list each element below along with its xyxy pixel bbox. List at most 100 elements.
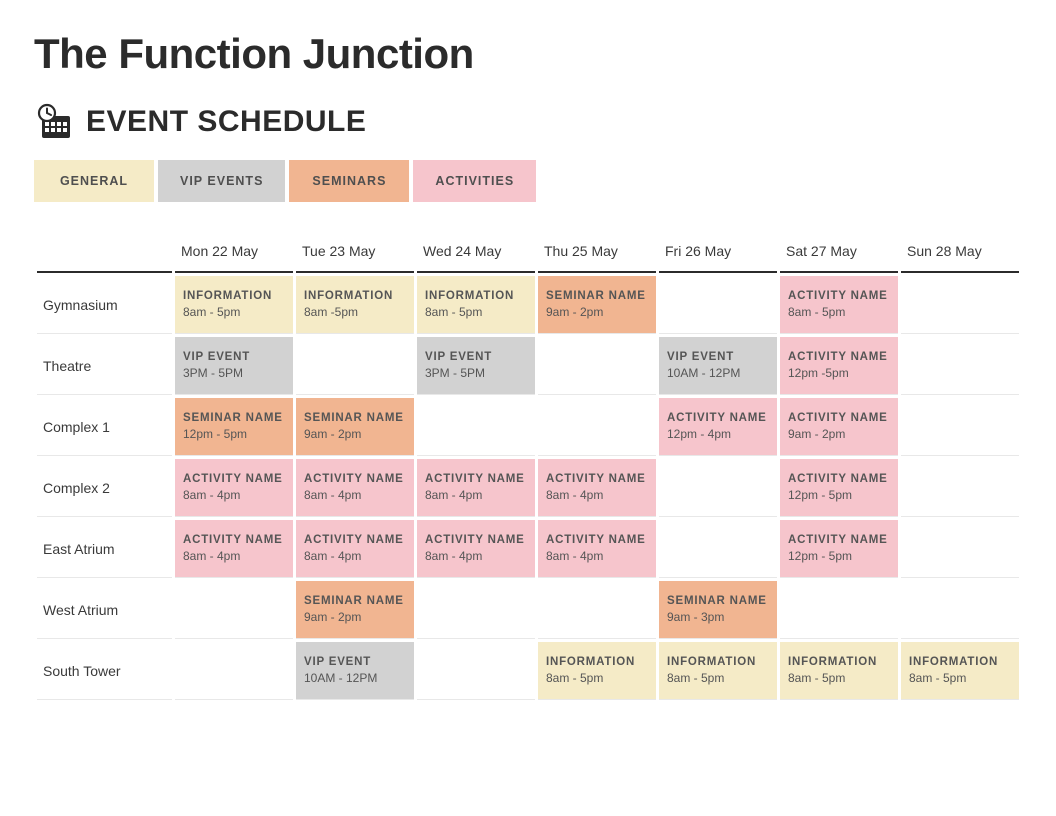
event-title: ACTIVITY NAME	[304, 534, 406, 546]
event-time: 8am - 4pm	[183, 488, 285, 502]
schedule-row: TheatreVIP EVENT3PM - 5PMVIP EVENT3PM - …	[37, 337, 1019, 395]
event-block[interactable]: ACTIVITY NAME 12pm - 5pm	[780, 520, 898, 577]
schedule-row: Complex 2ACTIVITY NAME8am - 4pmACTIVITY …	[37, 459, 1019, 517]
schedule-cell	[659, 459, 777, 517]
tab-general[interactable]: GENERAL	[34, 160, 154, 202]
event-block[interactable]: SEMINAR NAME9am - 2pm	[296, 581, 414, 638]
event-block[interactable]: SEMINAR NAME 12pm - 5pm	[175, 398, 293, 455]
schedule-cell	[417, 581, 535, 639]
event-block[interactable]: VIP EVENT3PM - 5PM	[175, 337, 293, 394]
event-block[interactable]: ACTIVITY NAME 8am - 4pm	[417, 459, 535, 516]
schedule-cell: ACTIVITY NAME8am - 5pm	[780, 276, 898, 334]
event-block[interactable]: ACTIVITY NAME8am - 4pm	[296, 520, 414, 577]
event-time: 12pm -5pm	[788, 366, 890, 380]
schedule-cell	[780, 581, 898, 639]
tab-activities[interactable]: ACTIVITIES	[413, 160, 536, 202]
event-block[interactable]: ACTIVITY NAME 12pm -5pm	[780, 337, 898, 394]
event-title: INFORMATION	[304, 290, 406, 302]
event-title: ACTIVITY NAME	[788, 351, 890, 363]
schedule-cell: INFORMATION 8am - 5pm	[780, 642, 898, 700]
schedule-cell	[901, 276, 1019, 334]
event-block[interactable]: VIP EVENT3PM - 5PM	[417, 337, 535, 394]
event-time: 12pm - 5pm	[788, 549, 890, 563]
schedule-cell: ACTIVITY NAME8am - 4pm	[296, 520, 414, 578]
event-title: VIP EVENT	[667, 351, 769, 363]
event-title: ACTIVITY NAME	[304, 473, 406, 485]
event-block[interactable]: ACTIVITY NAME8am - 4pm	[538, 459, 656, 516]
schedule-row: West Atrium SEMINAR NAME9am - 2pm SEMINAR …	[37, 581, 1019, 639]
event-block[interactable]: ACTIVITY NAME8am - 4pm	[175, 459, 293, 516]
schedule-cell: INFORMATION 8am - 5pm	[417, 276, 535, 334]
event-title: INFORMATION	[667, 656, 769, 668]
event-time: 8am - 5pm	[425, 305, 527, 319]
schedule-cell	[901, 459, 1019, 517]
schedule-cell: ACTIVITY NAME 12pm -5pm	[780, 337, 898, 395]
event-block[interactable]: SEMINAR NAME9am - 2pm	[538, 276, 656, 333]
event-time: 9am - 2pm	[304, 610, 406, 624]
event-block[interactable]: SEMINAR NAME9am - 2pm	[296, 398, 414, 455]
event-block[interactable]: SEMINAR NAME9am - 3pm	[659, 581, 777, 638]
event-title: INFORMATION	[909, 656, 1011, 668]
schedule-cell: ACTIVITY NAME 12pm - 5pm	[780, 520, 898, 578]
event-block[interactable]: INFORMATION 8am - 5pm	[780, 642, 898, 699]
event-block[interactable]: INFORMATION 8am - 5pm	[538, 642, 656, 699]
event-time: 12pm - 4pm	[667, 427, 769, 441]
event-block[interactable]: ACTIVITY NAME 12pm - 4pm	[659, 398, 777, 455]
tab-seminars[interactable]: SEMINARS	[289, 160, 409, 202]
event-time: 8am - 4pm	[425, 488, 527, 502]
event-block[interactable]: INFORMATION 8am - 5pm	[417, 276, 535, 333]
day-header: Sun 28 May	[901, 235, 1019, 273]
event-title: ACTIVITY NAME	[425, 534, 527, 546]
event-block[interactable]: VIP EVENT10AM - 12PM	[296, 642, 414, 699]
room-header: Gymnasium	[37, 276, 172, 334]
schedule-cell: ACTIVITY NAME 8am - 4pm	[538, 520, 656, 578]
event-title: INFORMATION	[788, 656, 890, 668]
event-time: 12pm - 5pm	[183, 427, 285, 441]
schedule-cell: ACTIVITY NAME8am - 4pm	[538, 459, 656, 517]
event-time: 8am - 5pm	[667, 671, 769, 685]
event-time: 10AM - 12PM	[667, 366, 769, 380]
room-header: West Atrium	[37, 581, 172, 639]
schedule-cell	[659, 520, 777, 578]
event-block[interactable]: VIP EVENT 10AM - 12PM	[659, 337, 777, 394]
event-block[interactable]: INFORMATION8am -5pm	[296, 276, 414, 333]
event-time: 8am - 5pm	[788, 671, 890, 685]
schedule-cell: VIP EVENT3PM - 5PM	[417, 337, 535, 395]
event-block[interactable]: ACTIVITY NAME 8am - 4pm	[538, 520, 656, 577]
event-title: ACTIVITY NAME	[425, 473, 527, 485]
schedule-cell	[901, 581, 1019, 639]
event-time: 8am - 5pm	[546, 671, 648, 685]
event-title: ACTIVITY NAME	[667, 412, 769, 424]
event-title: ACTIVITY NAME	[788, 534, 890, 546]
event-block[interactable]: INFORMATION8am - 5pm	[175, 276, 293, 333]
event-time: 8am - 4pm	[304, 488, 406, 502]
schedule-cell: ACTIVITY NAME8am - 4pm	[175, 459, 293, 517]
event-title: SEMINAR NAME	[304, 412, 406, 424]
day-header: Fri 26 May	[659, 235, 777, 273]
schedule-cell	[538, 581, 656, 639]
event-title: INFORMATION	[425, 290, 527, 302]
event-block[interactable]: ACTIVITY NAME8am - 4pm	[417, 520, 535, 577]
event-block[interactable]: INFORMATION8am - 5pm	[901, 642, 1019, 699]
event-block[interactable]: ACTIVITY NAME8am - 5pm	[780, 276, 898, 333]
schedule-label: EVENT SCHEDULE	[86, 105, 366, 139]
event-time: 3PM - 5PM	[183, 366, 285, 380]
room-header: Complex 1	[37, 398, 172, 456]
tab-vip-events[interactable]: VIP EVENTS	[158, 160, 285, 202]
event-time: 9am - 3pm	[667, 610, 769, 624]
event-block[interactable]: ACTIVITY NAME8am - 4pm	[175, 520, 293, 577]
event-block[interactable]: ACTIVITY NAME9am - 2pm	[780, 398, 898, 455]
event-title: ACTIVITY NAME	[546, 534, 648, 546]
schedule-cell	[417, 398, 535, 456]
event-title: INFORMATION	[546, 656, 648, 668]
schedule-cell: ACTIVITY NAME12pm - 5pm	[780, 459, 898, 517]
event-time: 8am - 4pm	[546, 549, 648, 563]
event-title: SEMINAR NAME	[183, 412, 285, 424]
schedule-cell	[901, 337, 1019, 395]
event-block[interactable]: ACTIVITY NAME12pm - 5pm	[780, 459, 898, 516]
event-block[interactable]: ACTIVITY NAME 8am - 4pm	[296, 459, 414, 516]
schedule-cell: SEMINAR NAME9am - 2pm	[538, 276, 656, 334]
schedule-cell: INFORMATION8am -5pm	[296, 276, 414, 334]
event-block[interactable]: INFORMATION 8am - 5pm	[659, 642, 777, 699]
event-time: 8am - 5pm	[183, 305, 285, 319]
